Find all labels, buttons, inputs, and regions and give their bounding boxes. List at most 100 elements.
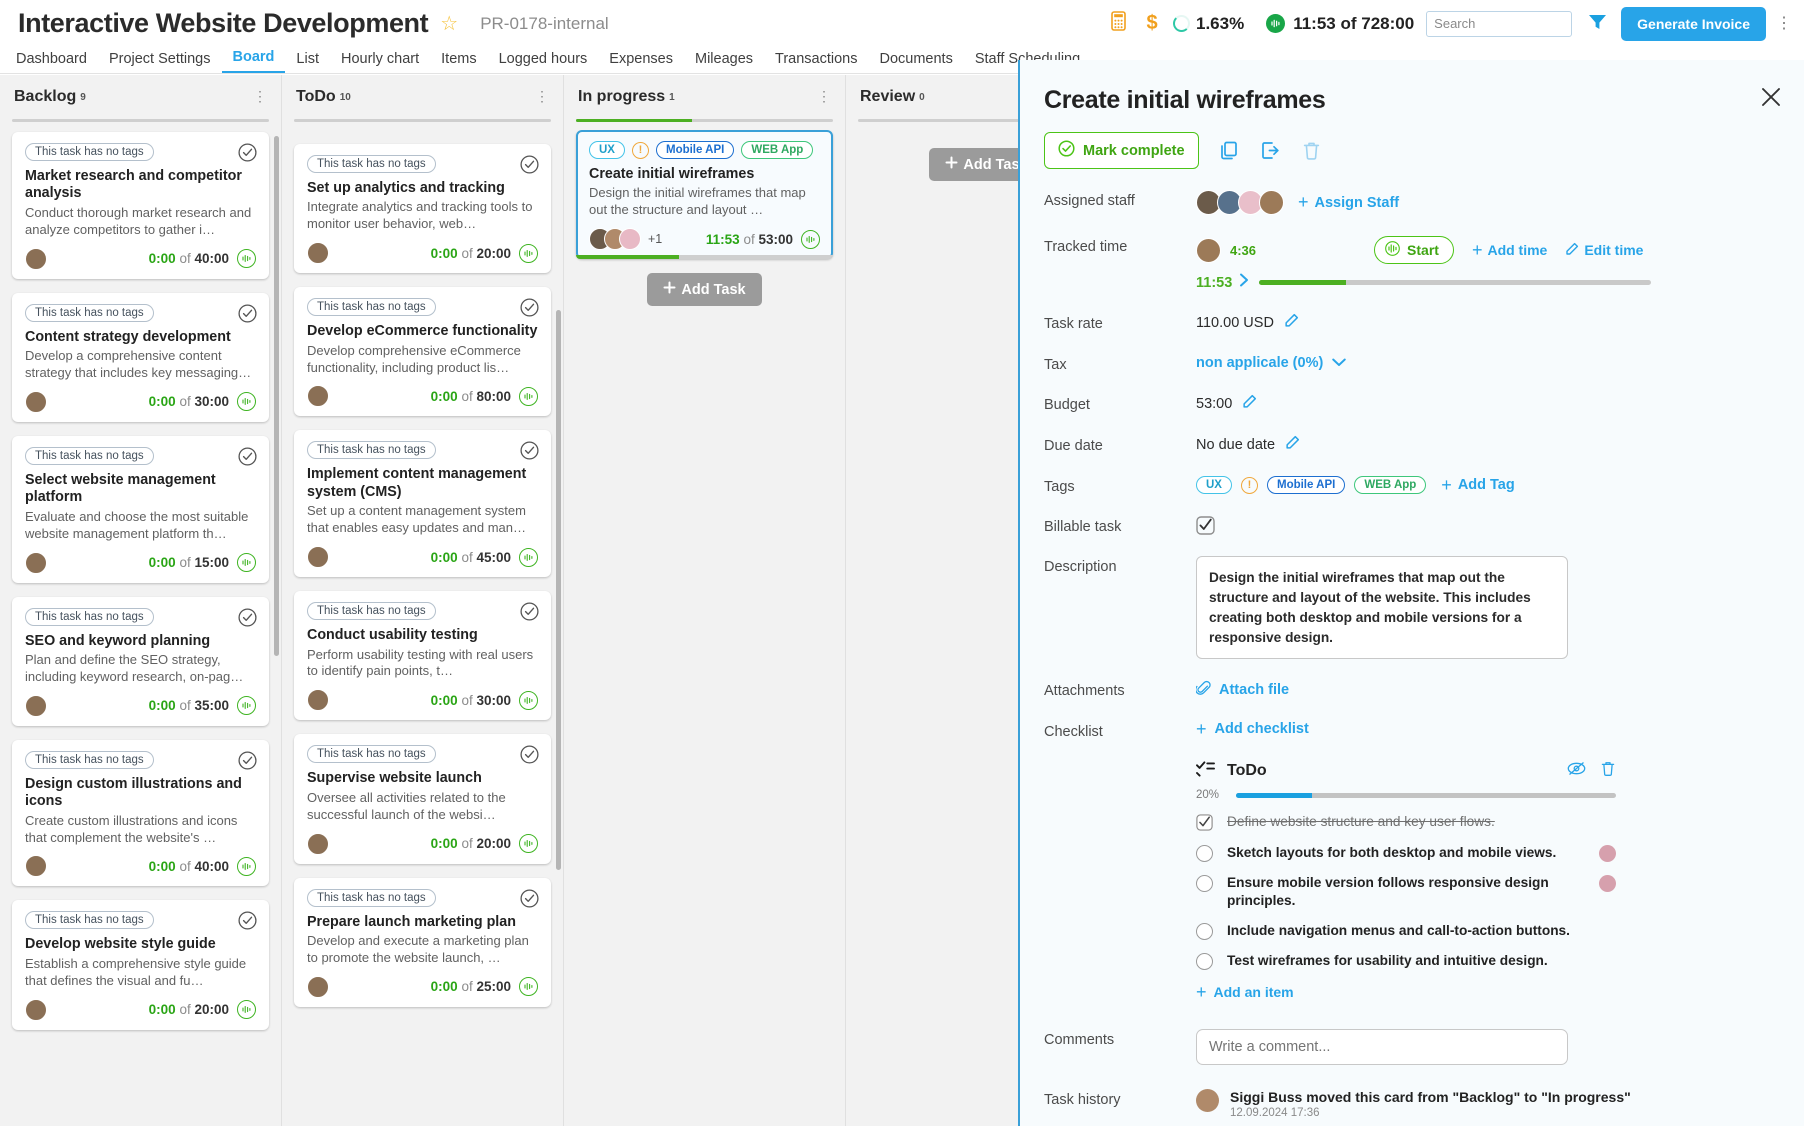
eye-off-icon[interactable] [1567,761,1586,781]
kebab-menu-icon[interactable]: ⋮ [1776,15,1792,31]
start-timer-button[interactable]: Start [1374,236,1454,264]
tax-value[interactable]: non applicale (0%) [1196,355,1323,371]
add-task-button[interactable]: Add Task [647,273,762,307]
complete-check-icon[interactable] [238,447,257,466]
wave-icon[interactable] [237,856,256,876]
column-scrollbar[interactable] [556,310,561,870]
wave-icon[interactable] [519,690,538,710]
calculator-icon[interactable] [1101,11,1135,36]
complete-check-icon[interactable] [520,298,539,317]
checklist-item[interactable]: Test wireframes for usability and intuit… [1196,952,1616,970]
trash-icon[interactable] [1302,140,1321,161]
task-card[interactable]: This task has no tags Develop eCommerce f… [294,287,551,417]
tag-chip[interactable]: Mobile API [1266,476,1346,494]
close-icon[interactable] [1760,86,1782,113]
task-card[interactable]: This task has no tags Develop website sty… [12,900,269,1030]
tab-transactions[interactable]: Transactions [764,51,868,73]
copy-icon[interactable] [1219,140,1240,161]
complete-check-icon[interactable] [520,155,539,174]
task-card[interactable]: This task has no tags Supervise website l… [294,734,551,864]
column-scrollbar[interactable] [274,136,279,656]
wave-icon[interactable] [519,547,538,567]
wave-icon[interactable] [519,386,538,406]
complete-check-icon[interactable] [520,745,539,764]
tag-chip[interactable]: Mobile API [655,141,735,159]
complete-check-icon[interactable] [238,304,257,323]
add-item-button[interactable]: + Add an item [1196,982,1294,1001]
assignee-avatars[interactable] [589,228,641,251]
kebab-menu-icon[interactable]: ⋮ [535,89,549,103]
wave-icon[interactable] [519,834,538,854]
wave-icon[interactable] [519,243,538,263]
wave-icon[interactable] [801,229,820,249]
tag-chip[interactable]: WEB App [1354,476,1427,494]
assign-staff-button[interactable]: + Assign Staff [1298,193,1399,212]
task-card[interactable]: This task has no tags Set up analytics an… [294,144,551,274]
assigned-avatars[interactable] [1196,190,1284,215]
edit-time-button[interactable]: Edit time [1565,242,1643,259]
kebab-menu-icon[interactable]: ⋮ [817,89,831,103]
funnel-icon[interactable] [1588,13,1607,35]
star-icon[interactable]: ☆ [440,14,458,34]
chevron-right-icon[interactable] [1239,273,1249,292]
add-tag-button[interactable]: + Add Tag [1441,476,1514,495]
wave-icon[interactable] [237,249,256,269]
task-card[interactable]: This task has no tags Implement content m… [294,430,551,578]
tab-mileages[interactable]: Mileages [684,51,764,73]
wave-icon[interactable] [237,553,256,573]
tab-hourly-chart[interactable]: Hourly chart [330,51,430,73]
task-card[interactable]: This task has no tags Content strategy de… [12,292,269,422]
checkbox-icon[interactable] [1196,844,1213,862]
tab-dashboard[interactable]: Dashboard [16,51,98,73]
pencil-icon[interactable] [1285,435,1300,455]
checkbox-icon[interactable] [1196,952,1213,970]
generate-invoice-button[interactable]: Generate Invoice [1621,6,1766,41]
tag-chip[interactable]: UX [1196,476,1232,494]
wave-icon[interactable] [237,696,256,716]
tab-project-settings[interactable]: Project Settings [98,51,222,73]
complete-check-icon[interactable] [520,888,539,908]
task-card[interactable]: UX! Mobile API WEB App Create initial wiref… [576,130,833,260]
kebab-menu-icon[interactable]: ⋮ [253,89,267,103]
task-card[interactable]: This task has no tags Market research and… [12,132,269,279]
tag-chip[interactable]: UX [589,141,625,159]
mark-complete-button[interactable]: Mark complete [1044,132,1199,169]
tab-documents[interactable]: Documents [868,51,963,73]
description-text[interactable]: Design the initial wireframes that map o… [1196,556,1568,660]
tab-list[interactable]: List [285,51,330,73]
task-card[interactable]: This task has no tags Conduct usability t… [294,591,551,721]
avatar[interactable] [1259,190,1284,215]
tab-items[interactable]: Items [430,51,487,73]
chevron-down-icon[interactable] [1332,354,1347,372]
task-card[interactable]: This task has no tags Prepare launch mark… [294,877,551,1007]
dollar-icon[interactable]: $ [1135,12,1169,35]
pencil-icon[interactable] [1284,313,1299,333]
complete-check-icon[interactable] [238,607,257,627]
task-card[interactable]: This task has no tags Select website mana… [12,435,269,583]
add-time-button[interactable]: + Add time [1472,241,1547,260]
trash-icon[interactable] [1600,760,1616,782]
complete-check-icon[interactable] [238,751,257,770]
checklist-item[interactable]: Ensure mobile version follows responsive… [1196,874,1616,910]
search-input[interactable] [1426,10,1573,37]
complete-check-icon[interactable] [520,441,539,460]
checkbox-icon[interactable] [1196,922,1213,940]
move-out-icon[interactable] [1260,140,1282,161]
tag-chip[interactable]: WEB App [741,141,814,159]
pencil-icon[interactable] [1242,394,1257,414]
checklist-item[interactable]: Include navigation menus and call-to-act… [1196,922,1616,940]
tab-expenses[interactable]: Expenses [598,51,684,73]
complete-check-icon[interactable] [238,143,257,162]
wave-icon[interactable] [519,977,538,997]
complete-check-icon[interactable] [238,911,257,930]
checkbox-checked-icon[interactable] [1196,814,1213,832]
wave-icon[interactable] [237,392,256,412]
checklist-item[interactable]: Sketch layouts for both desktop and mobi… [1196,844,1616,862]
checkbox-icon[interactable] [1196,874,1213,892]
billable-checkbox[interactable] [1196,516,1215,535]
checklist-item[interactable]: Define website structure and key user fl… [1196,813,1616,832]
comment-input[interactable] [1196,1028,1568,1065]
add-checklist-button[interactable]: + Add checklist [1196,720,1309,739]
tab-board[interactable]: Board [221,49,286,73]
wave-icon[interactable] [237,1000,256,1020]
